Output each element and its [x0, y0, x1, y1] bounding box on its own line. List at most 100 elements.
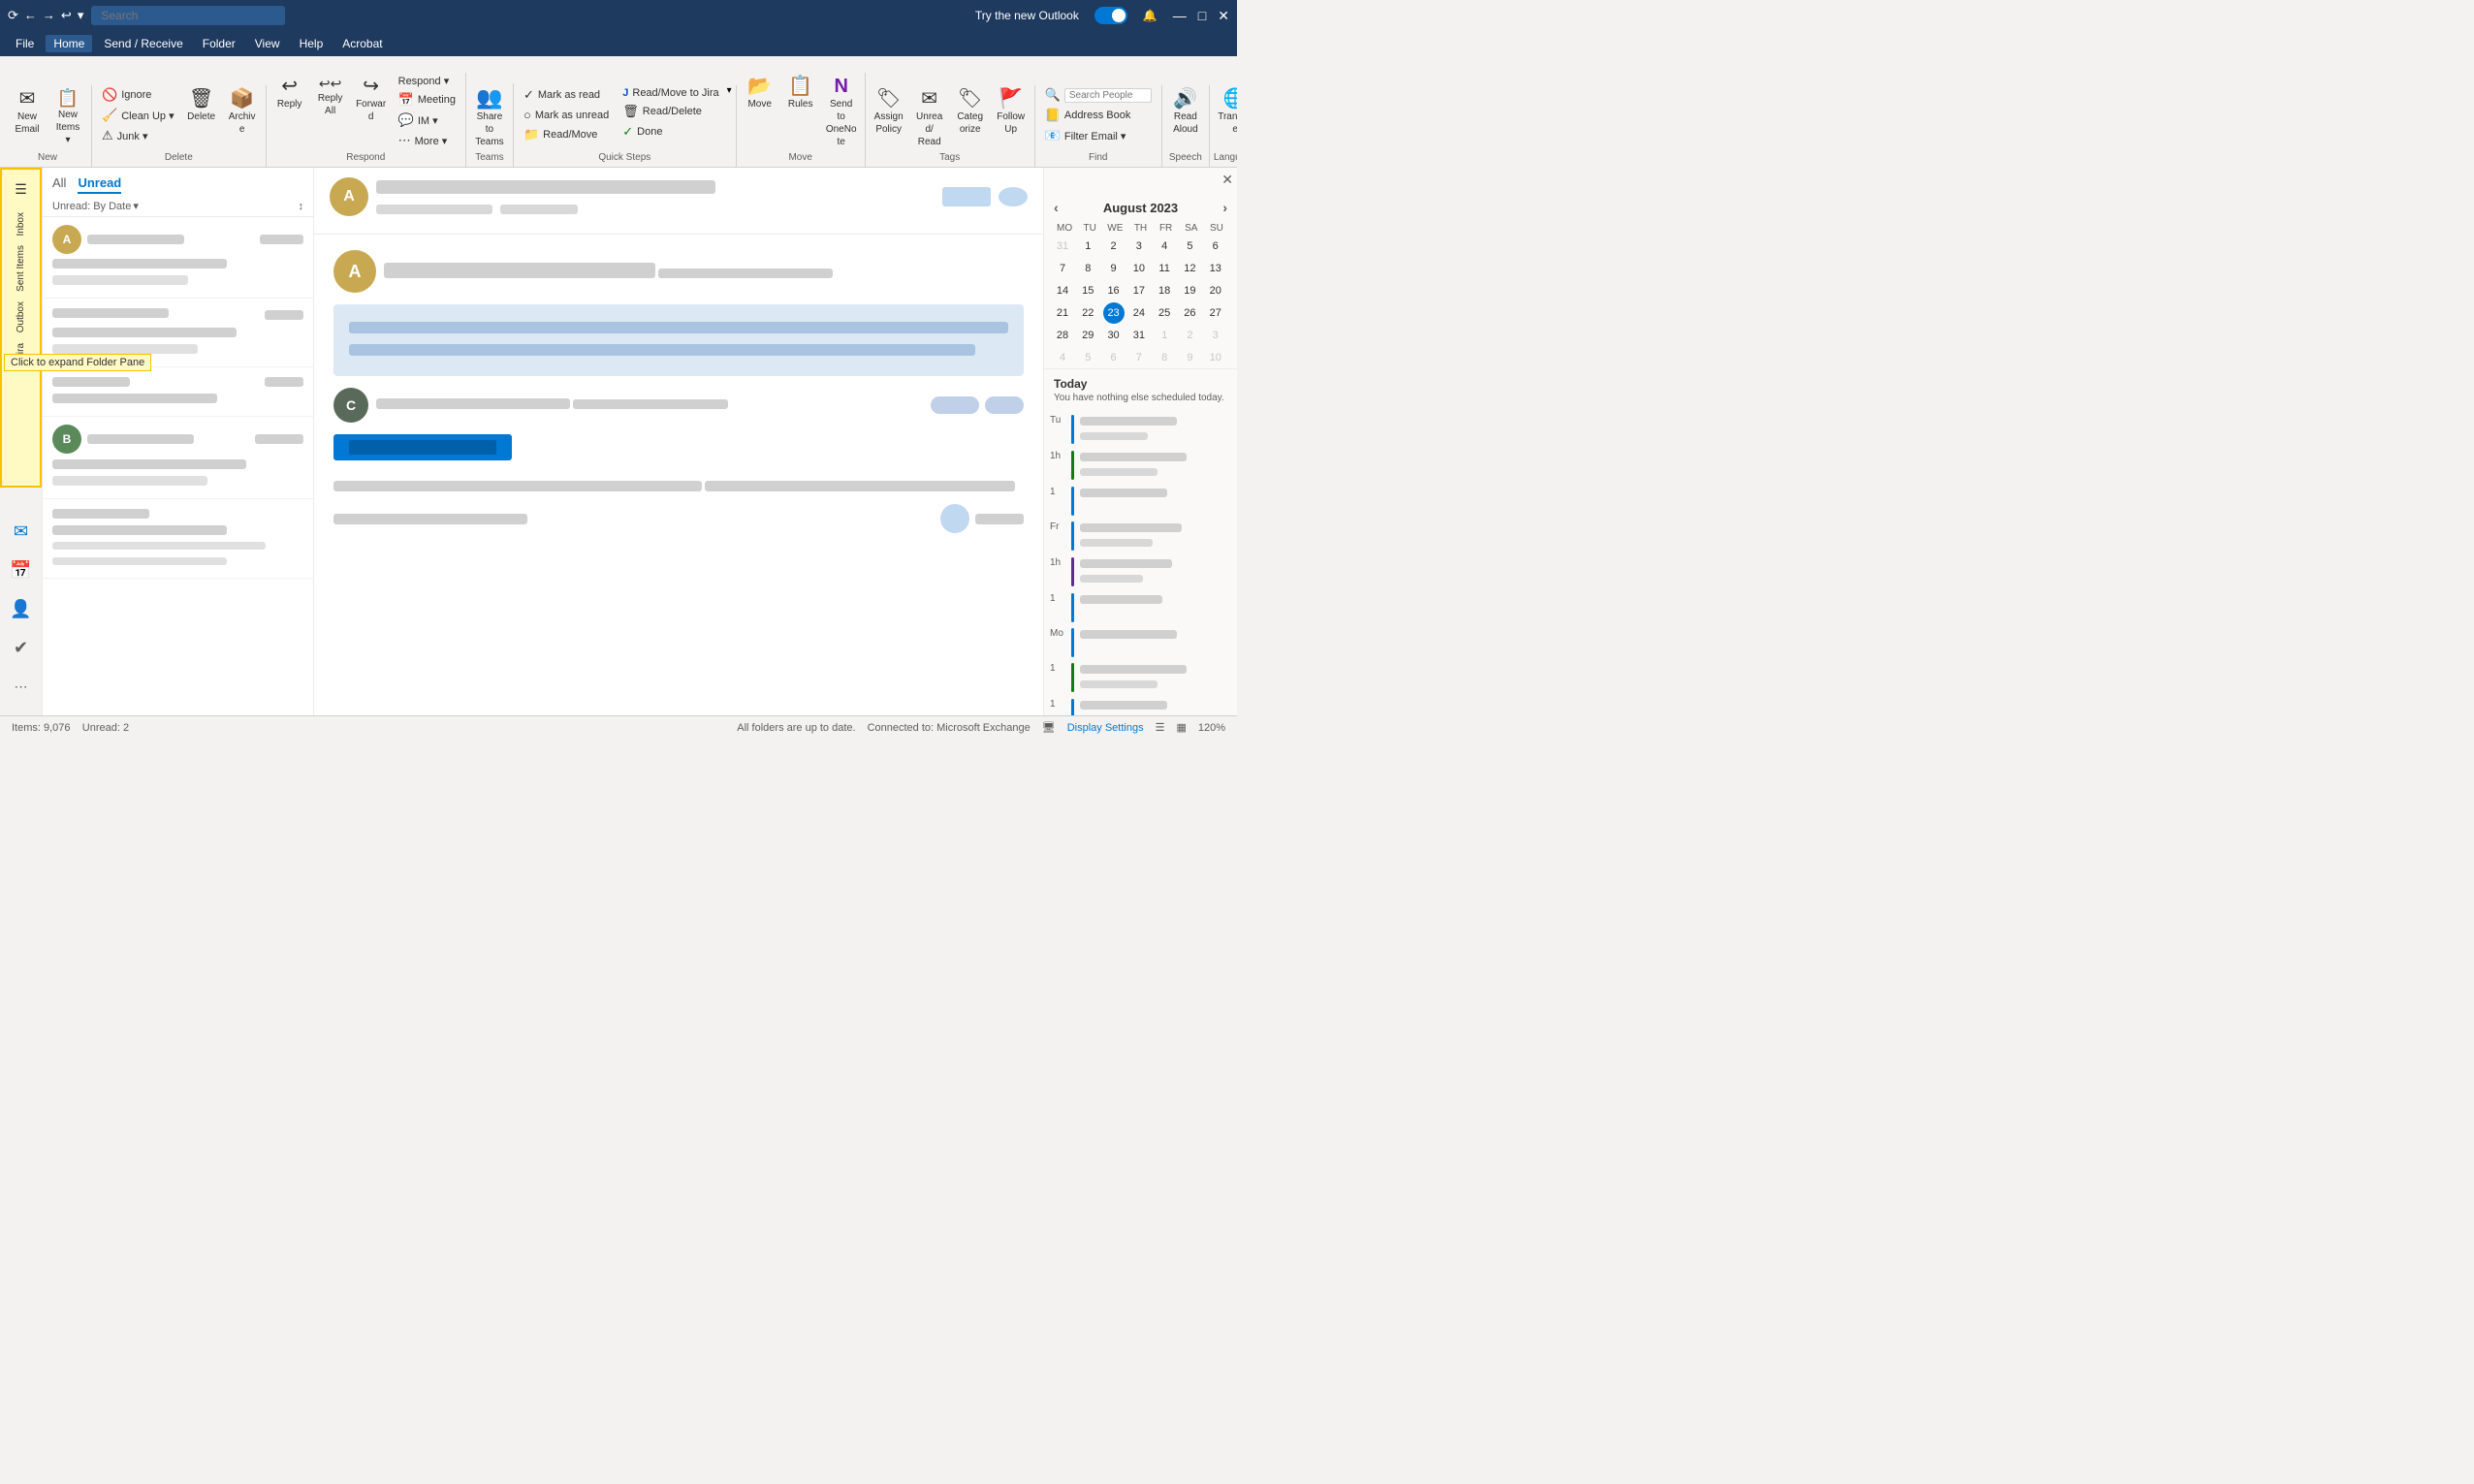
cal-day[interactable]: 1: [1077, 236, 1098, 257]
cal-day[interactable]: 28: [1052, 325, 1073, 346]
clean-up-button[interactable]: 🧹 Clean Up ▾: [96, 106, 180, 125]
mail-nav-icon[interactable]: ✉: [4, 514, 39, 549]
cal-day[interactable]: 17: [1128, 280, 1150, 301]
calendar-next-button[interactable]: ›: [1222, 200, 1227, 215]
cal-day[interactable]: 16: [1103, 280, 1125, 301]
cal-day[interactable]: 13: [1205, 258, 1226, 279]
more-nav-icon[interactable]: ⋯: [4, 669, 39, 704]
move-button[interactable]: 📂 Move: [741, 73, 779, 112]
menu-folder[interactable]: Folder: [195, 35, 243, 52]
assign-policy-button[interactable]: 🏷 AssignPolicy: [870, 85, 908, 138]
cal-day[interactable]: 27: [1205, 302, 1226, 324]
cal-day[interactable]: 10: [1128, 258, 1150, 279]
cal-day[interactable]: 19: [1179, 280, 1200, 301]
menu-home[interactable]: Home: [46, 35, 92, 52]
cal-day[interactable]: 8: [1077, 258, 1098, 279]
calendar-nav-icon[interactable]: 📅: [4, 553, 39, 587]
folder-expand-icon[interactable]: ☰: [4, 172, 39, 206]
cal-day[interactable]: 29: [1077, 325, 1098, 346]
reply-all-button[interactable]: ↩↩ ReplyAll: [311, 73, 350, 119]
sidebar-item-inbox[interactable]: Inbox: [14, 208, 28, 239]
follow-up-button[interactable]: 🚩 FollowUp: [992, 85, 1031, 138]
cal-day[interactable]: 4: [1052, 347, 1073, 368]
quicksteps-dropdown-icon[interactable]: ▾: [727, 85, 732, 96]
try-new-outlook-toggle[interactable]: [1094, 7, 1127, 24]
cal-day[interactable]: 26: [1179, 302, 1200, 324]
menu-view[interactable]: View: [247, 35, 288, 52]
sidebar-item-outbox[interactable]: Outbox: [14, 298, 28, 336]
minimize-button[interactable]: —: [1173, 8, 1187, 24]
view-toggle-2[interactable]: ▦: [1176, 721, 1186, 734]
cal-day[interactable]: 24: [1128, 302, 1150, 324]
filter-dropdown-icon[interactable]: ▾: [133, 200, 139, 212]
mark-as-unread-button[interactable]: ○ Mark as unread: [518, 106, 615, 124]
cal-day[interactable]: 11: [1154, 258, 1175, 279]
email-item[interactable]: A: [43, 217, 313, 299]
read-move-button[interactable]: 📁 Read/Move: [518, 125, 615, 144]
cal-day[interactable]: 2: [1179, 325, 1200, 346]
cal-day[interactable]: 25: [1154, 302, 1175, 324]
cal-day[interactable]: 7: [1128, 347, 1150, 368]
dropdown-icon[interactable]: ▾: [78, 8, 84, 23]
archive-button[interactable]: 📦 Archive: [223, 85, 262, 138]
read-aloud-button[interactable]: 🔊 ReadAloud: [1166, 85, 1205, 138]
search-people-input[interactable]: [1064, 88, 1152, 103]
calendar-close-button[interactable]: ✕: [1221, 172, 1233, 188]
cal-day[interactable]: 14: [1052, 280, 1073, 301]
im-button[interactable]: 💬 IM ▾: [393, 111, 461, 130]
maximize-button[interactable]: □: [1198, 8, 1206, 24]
menu-send-receive[interactable]: Send / Receive: [96, 35, 190, 52]
read-move-jira-button[interactable]: J Read/Move to Jira: [617, 85, 724, 101]
delete-button[interactable]: 🗑 Delete: [182, 85, 221, 125]
email-item[interactable]: [43, 299, 313, 367]
email-item[interactable]: [43, 367, 313, 417]
filter-email-button[interactable]: 📧 Filter Email ▾: [1039, 126, 1158, 145]
cal-day[interactable]: 21: [1052, 302, 1073, 324]
cal-day[interactable]: 15: [1077, 280, 1098, 301]
unread-read-button[interactable]: ✉ Unread/Read: [910, 85, 949, 150]
search-input[interactable]: [91, 6, 285, 25]
translate-button[interactable]: 🌐 Translate: [1214, 85, 1237, 138]
cal-day[interactable]: 3: [1205, 325, 1226, 346]
menu-file[interactable]: File: [8, 35, 42, 52]
respond-button[interactable]: Respond ▾: [393, 73, 461, 89]
done-button[interactable]: ✓ Done: [617, 122, 724, 142]
menu-acrobat[interactable]: Acrobat: [334, 35, 390, 52]
tasks-nav-icon[interactable]: ✔: [4, 630, 39, 665]
cal-day[interactable]: 30: [1103, 325, 1125, 346]
tab-unread[interactable]: Unread: [78, 175, 121, 194]
sort-icon[interactable]: ↕: [299, 201, 304, 212]
cal-day[interactable]: 12: [1179, 258, 1200, 279]
calendar-prev-button[interactable]: ‹: [1054, 200, 1059, 215]
cal-day[interactable]: 8: [1154, 347, 1175, 368]
cal-day[interactable]: 1: [1154, 325, 1175, 346]
junk-button[interactable]: ⚠ Junk ▾: [96, 126, 180, 145]
cal-day[interactable]: 9: [1103, 258, 1125, 279]
email-item[interactable]: [43, 499, 313, 579]
new-items-button[interactable]: 📋 NewItems ▾: [48, 85, 87, 148]
share-to-teams-button[interactable]: 👥 Share toTeams: [470, 83, 509, 150]
display-settings-button[interactable]: Display Settings: [1067, 722, 1144, 734]
view-toggle-1[interactable]: ☰: [1156, 721, 1165, 734]
categorize-button[interactable]: 🏷 Categorize: [951, 85, 990, 138]
cal-day[interactable]: 3: [1128, 236, 1150, 257]
cta-button[interactable]: ██████████: [333, 434, 512, 460]
cal-day[interactable]: 4: [1154, 236, 1175, 257]
tab-all[interactable]: All: [52, 175, 66, 194]
refresh-icon[interactable]: ⟳: [8, 8, 18, 23]
menu-help[interactable]: Help: [292, 35, 332, 52]
cal-day[interactable]: 10: [1205, 347, 1226, 368]
ignore-button[interactable]: 🚫 Ignore: [96, 85, 180, 105]
back-icon[interactable]: ←: [24, 8, 37, 23]
cal-day[interactable]: 6: [1103, 347, 1125, 368]
people-nav-icon[interactable]: 👤: [4, 591, 39, 626]
search-people-button[interactable]: 🔍: [1039, 85, 1158, 105]
forward-button[interactable]: ↪ Forward: [352, 73, 391, 125]
close-button[interactable]: ✕: [1218, 8, 1229, 24]
sidebar-item-jira[interactable]: 0 Jira: [14, 339, 28, 370]
cal-day[interactable]: 5: [1179, 236, 1200, 257]
cal-day-today[interactable]: 23: [1103, 302, 1125, 324]
cal-day[interactable]: 18: [1154, 280, 1175, 301]
rules-button[interactable]: 📋 Rules: [781, 73, 820, 112]
cal-day[interactable]: 31: [1128, 325, 1150, 346]
